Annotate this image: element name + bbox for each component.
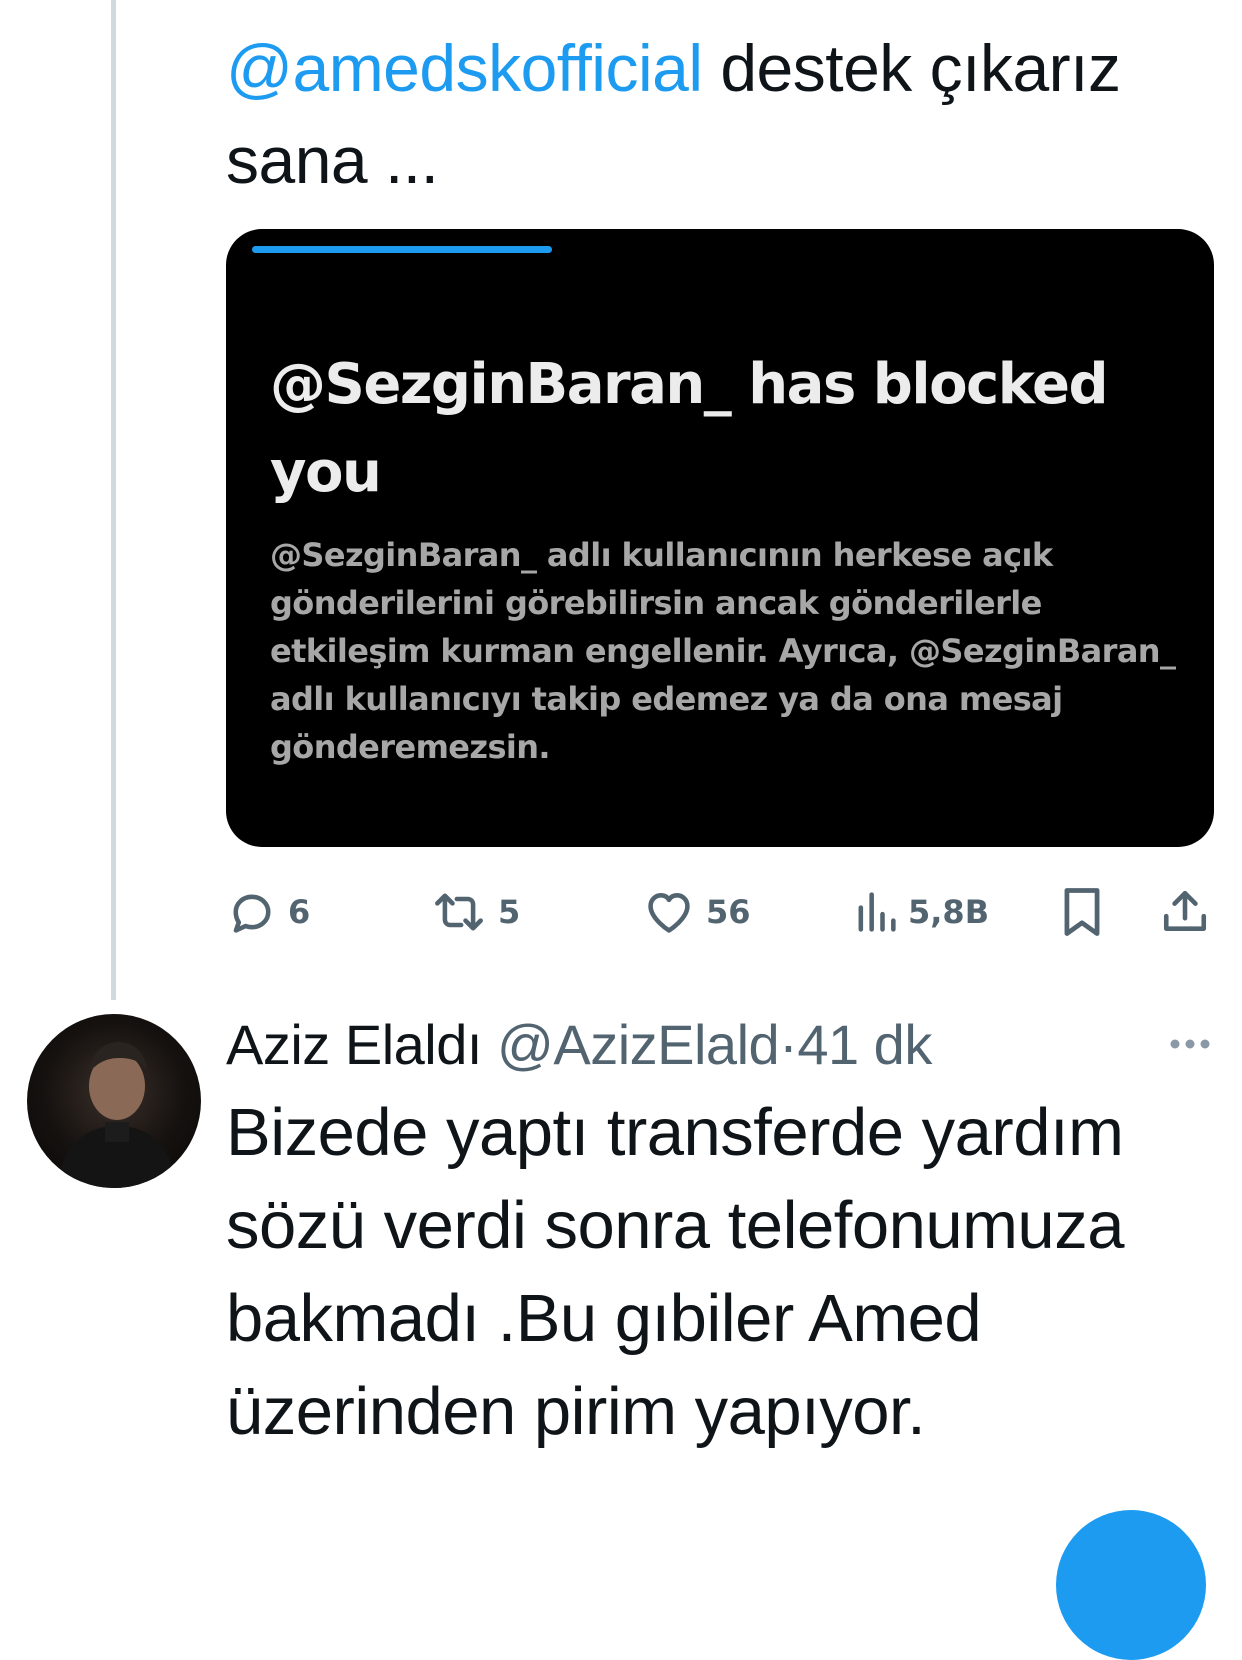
like-icon <box>642 886 696 938</box>
username-handle[interactable]: @AzizElald <box>497 1013 780 1076</box>
views-icon <box>854 886 898 938</box>
bookmark-button[interactable] <box>1056 880 1108 944</box>
views-button[interactable]: 5,8B <box>854 880 989 944</box>
separator-dot: · <box>779 1013 798 1076</box>
share-button[interactable] <box>1160 880 1210 944</box>
views-count: 5,8B <box>908 893 990 931</box>
tweet-header: Aziz Elaldı @AzizElald·41 dk <box>226 1010 932 1080</box>
retweet-icon <box>430 886 488 938</box>
display-name[interactable]: Aziz Elaldı <box>226 1013 482 1076</box>
reply-button[interactable]: 6 <box>226 880 310 944</box>
retweet-count: 5 <box>498 893 521 931</box>
media-progress-bar <box>252 246 552 253</box>
reply-icon <box>226 886 278 938</box>
share-icon <box>1160 886 1210 938</box>
like-count: 56 <box>706 893 751 931</box>
tweet-text: @amedskofficial destek çıkarız sana ... <box>226 22 1206 206</box>
bookmark-icon <box>1056 884 1108 940</box>
like-button[interactable]: 56 <box>642 880 751 944</box>
reply-count: 6 <box>288 893 311 931</box>
more-icon <box>1170 1039 1210 1049</box>
retweet-button[interactable]: 5 <box>430 880 520 944</box>
timestamp[interactable]: 41 dk <box>797 1013 932 1076</box>
avatar-photo <box>57 1042 177 1188</box>
more-options-button[interactable] <box>1168 1030 1212 1058</box>
reply-tweet-text: Bizede yaptı transferde yardım sözü verd… <box>226 1095 1124 1449</box>
tweet-action-bar: 6 5 56 5,8B <box>226 880 1216 944</box>
media-description: @SezginBaran_ adlı kullanıcının herkese … <box>270 536 1176 766</box>
thread-connector-line <box>111 0 116 1000</box>
compose-tweet-button[interactable] <box>1056 1510 1206 1660</box>
tweet-media-screenshot[interactable]: @SezginBaran_ has blocked you @SezginBar… <box>226 229 1214 847</box>
avatar[interactable] <box>27 1014 201 1188</box>
mention-link[interactable]: @amedskofficial <box>226 31 703 105</box>
media-title: @SezginBaran_ has blocked you <box>270 352 1109 505</box>
